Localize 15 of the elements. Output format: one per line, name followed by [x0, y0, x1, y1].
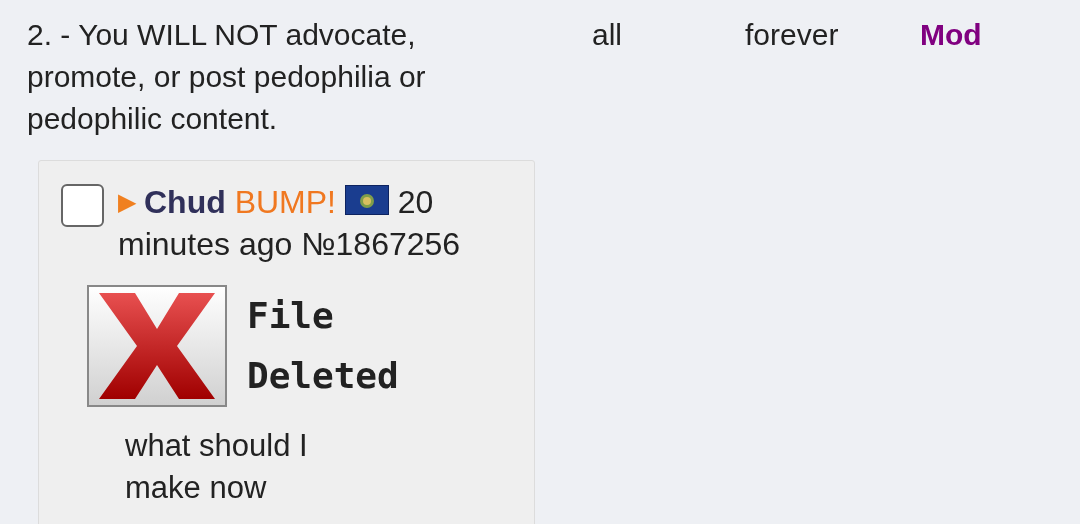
poster-name: Chud: [144, 184, 226, 220]
deleted-file-icon: [87, 285, 227, 407]
ban-expires: forever: [745, 17, 840, 53]
ban-board: all: [592, 17, 623, 53]
post-time: minutes ago: [118, 226, 293, 262]
ban-reason: 2. - You WILL NOT advocate, promote, or post pedophilia or pedophilic content.: [27, 17, 427, 137]
post-message: what should I make now: [125, 427, 309, 507]
file-status: File: [247, 294, 335, 338]
flag-icon: [344, 185, 389, 215]
post-time: 20: [397, 184, 434, 220]
file-status: Deleted: [247, 354, 399, 398]
post-checkbox[interactable]: [61, 184, 104, 227]
post-subject: BUMP!: [234, 184, 336, 220]
ban-author: Mod: [920, 17, 982, 53]
post-number[interactable]: №1867256: [301, 226, 461, 262]
